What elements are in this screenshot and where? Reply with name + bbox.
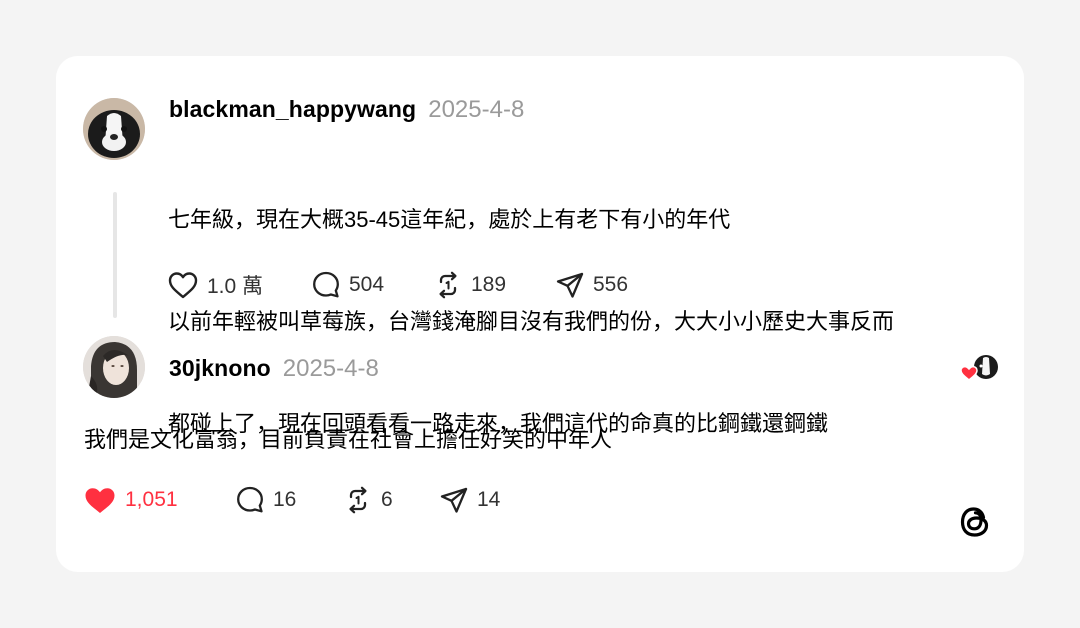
post-header: blackman_happywang 2025-4-8: [169, 96, 524, 124]
reply-repost-button[interactable]: 6: [343, 485, 439, 515]
reply-like-button[interactable]: 1,051: [83, 485, 235, 515]
heart-filled-icon: [85, 488, 115, 513]
reply-share-count: 14: [477, 488, 501, 511]
comment-count: 504: [349, 273, 385, 296]
author-liked-avatar-icon: [960, 355, 998, 381]
thread-connector-line: [113, 192, 117, 318]
comment-icon: [313, 271, 339, 298]
reply-comment-count: 16: [273, 488, 297, 511]
reply-share-button[interactable]: 14: [439, 485, 529, 515]
post-body-line: 以前年輕被叫草莓族，台灣錢淹腳目沒有我們的份，大大小小歷史大事反而: [168, 309, 895, 334]
reply-repost-count: 6: [381, 488, 393, 511]
repost-icon: [349, 486, 367, 514]
reply-comment-button[interactable]: 16: [235, 485, 343, 515]
reply-body: 我們是文化富翁，目前負責在社會上擔任好笑的中年人: [84, 427, 613, 452]
like-button[interactable]: 1.0 萬: [167, 270, 311, 300]
reply-date: 2025-4-8: [282, 355, 379, 382]
repost-count: 189: [471, 273, 507, 296]
reply-username[interactable]: 30jknono: [169, 355, 271, 382]
post-actions: 1.0 萬 504 189 556: [167, 270, 655, 300]
comment-icon: [237, 486, 263, 513]
threads-logo-icon[interactable]: [954, 501, 996, 543]
comment-button[interactable]: 504: [311, 270, 433, 300]
reply-like-count: 1,051: [125, 488, 178, 511]
reply-header: 30jknono 2025-4-8: [169, 355, 379, 383]
reply-actions: 1,051 16 6 14: [83, 485, 529, 515]
share-icon: [440, 487, 468, 513]
repost-icon: [439, 271, 457, 299]
author-liked-reaction: [958, 354, 1000, 384]
post-username[interactable]: blackman_happywang: [169, 96, 416, 123]
share-count: 556: [593, 273, 629, 296]
reply-author-avatar[interactable]: [83, 336, 145, 398]
heart-icon: [168, 272, 198, 299]
post-body-line: 七年級，現在大概35-45這年紀，處於上有老下有小的年代: [168, 207, 731, 232]
post-author-avatar[interactable]: [83, 98, 145, 160]
share-icon: [556, 272, 584, 298]
share-button[interactable]: 556: [555, 270, 655, 300]
post-card: blackman_happywang 2025-4-8 七年級，現在大概35-4…: [56, 56, 1024, 572]
like-count: 1.0 萬: [207, 275, 264, 298]
post-date: 2025-4-8: [428, 96, 525, 123]
small-heart-icon: [960, 365, 978, 381]
repost-button[interactable]: 189: [433, 270, 555, 300]
